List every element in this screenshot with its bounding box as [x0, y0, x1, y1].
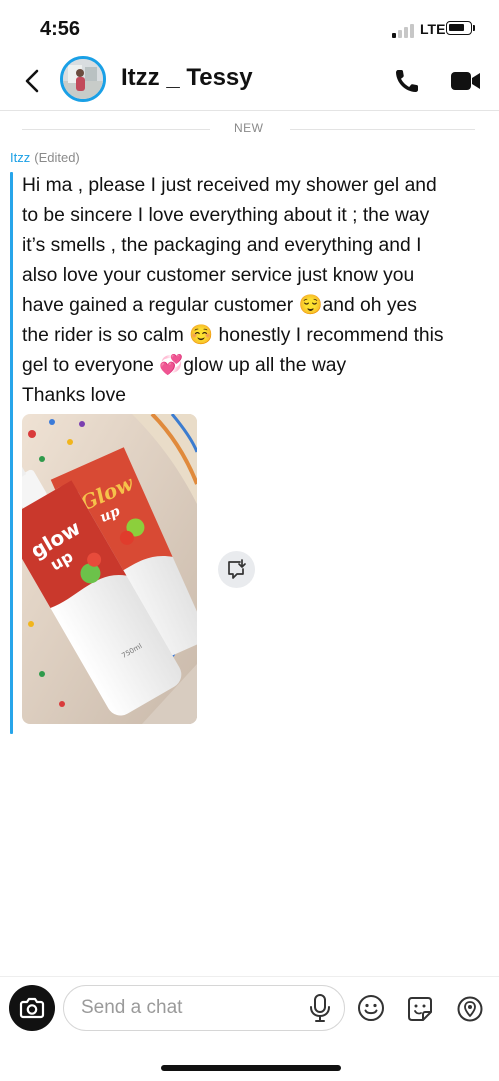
contact-name[interactable]: Itzz _ Tessy — [121, 64, 253, 92]
chevron-left-icon[interactable] — [18, 66, 48, 96]
signal-icon — [392, 24, 420, 38]
location-pin-icon[interactable] — [455, 994, 485, 1024]
microphone-icon[interactable] — [306, 993, 334, 1023]
message-text[interactable]: Hi ma , please I just received my shower… — [22, 171, 492, 411]
status-time: 4:56 — [40, 18, 81, 40]
message-sender: Itzz (Edited) — [10, 150, 80, 165]
sender-name[interactable]: Itzz — [10, 150, 30, 165]
new-label: NEW — [234, 121, 264, 135]
camera-button[interactable] — [9, 985, 55, 1031]
message-photo[interactable]: Glow up glow up 750ml — [22, 414, 197, 724]
chat-input[interactable]: Send a chat — [63, 985, 345, 1031]
home-indicator[interactable] — [161, 1065, 341, 1071]
new-messages-divider: NEW — [0, 120, 499, 138]
edited-label: (Edited) — [34, 150, 80, 165]
camera-icon — [19, 997, 45, 1019]
chat-composer-bar: Send a chat — [0, 976, 499, 1081]
chat-header: Itzz _ Tessy — [0, 56, 499, 111]
phone-icon[interactable] — [392, 66, 422, 96]
message-accent-bar — [10, 172, 13, 734]
avatar[interactable] — [60, 56, 106, 102]
sticker-icon[interactable] — [405, 994, 435, 1024]
avatar-image — [63, 59, 103, 99]
shower-gel-photo: Glow up glow up 750ml — [22, 414, 197, 724]
save-to-chat-button[interactable] — [218, 551, 255, 588]
battery-icon — [446, 21, 475, 35]
smiley-icon[interactable] — [357, 994, 385, 1022]
save-to-chat-icon — [228, 559, 246, 579]
video-camera-icon[interactable] — [450, 68, 482, 94]
chat-input-placeholder: Send a chat — [81, 997, 183, 1018]
status-bar: 4:56 LTE — [0, 0, 499, 56]
network-label: LTE — [420, 21, 446, 37]
